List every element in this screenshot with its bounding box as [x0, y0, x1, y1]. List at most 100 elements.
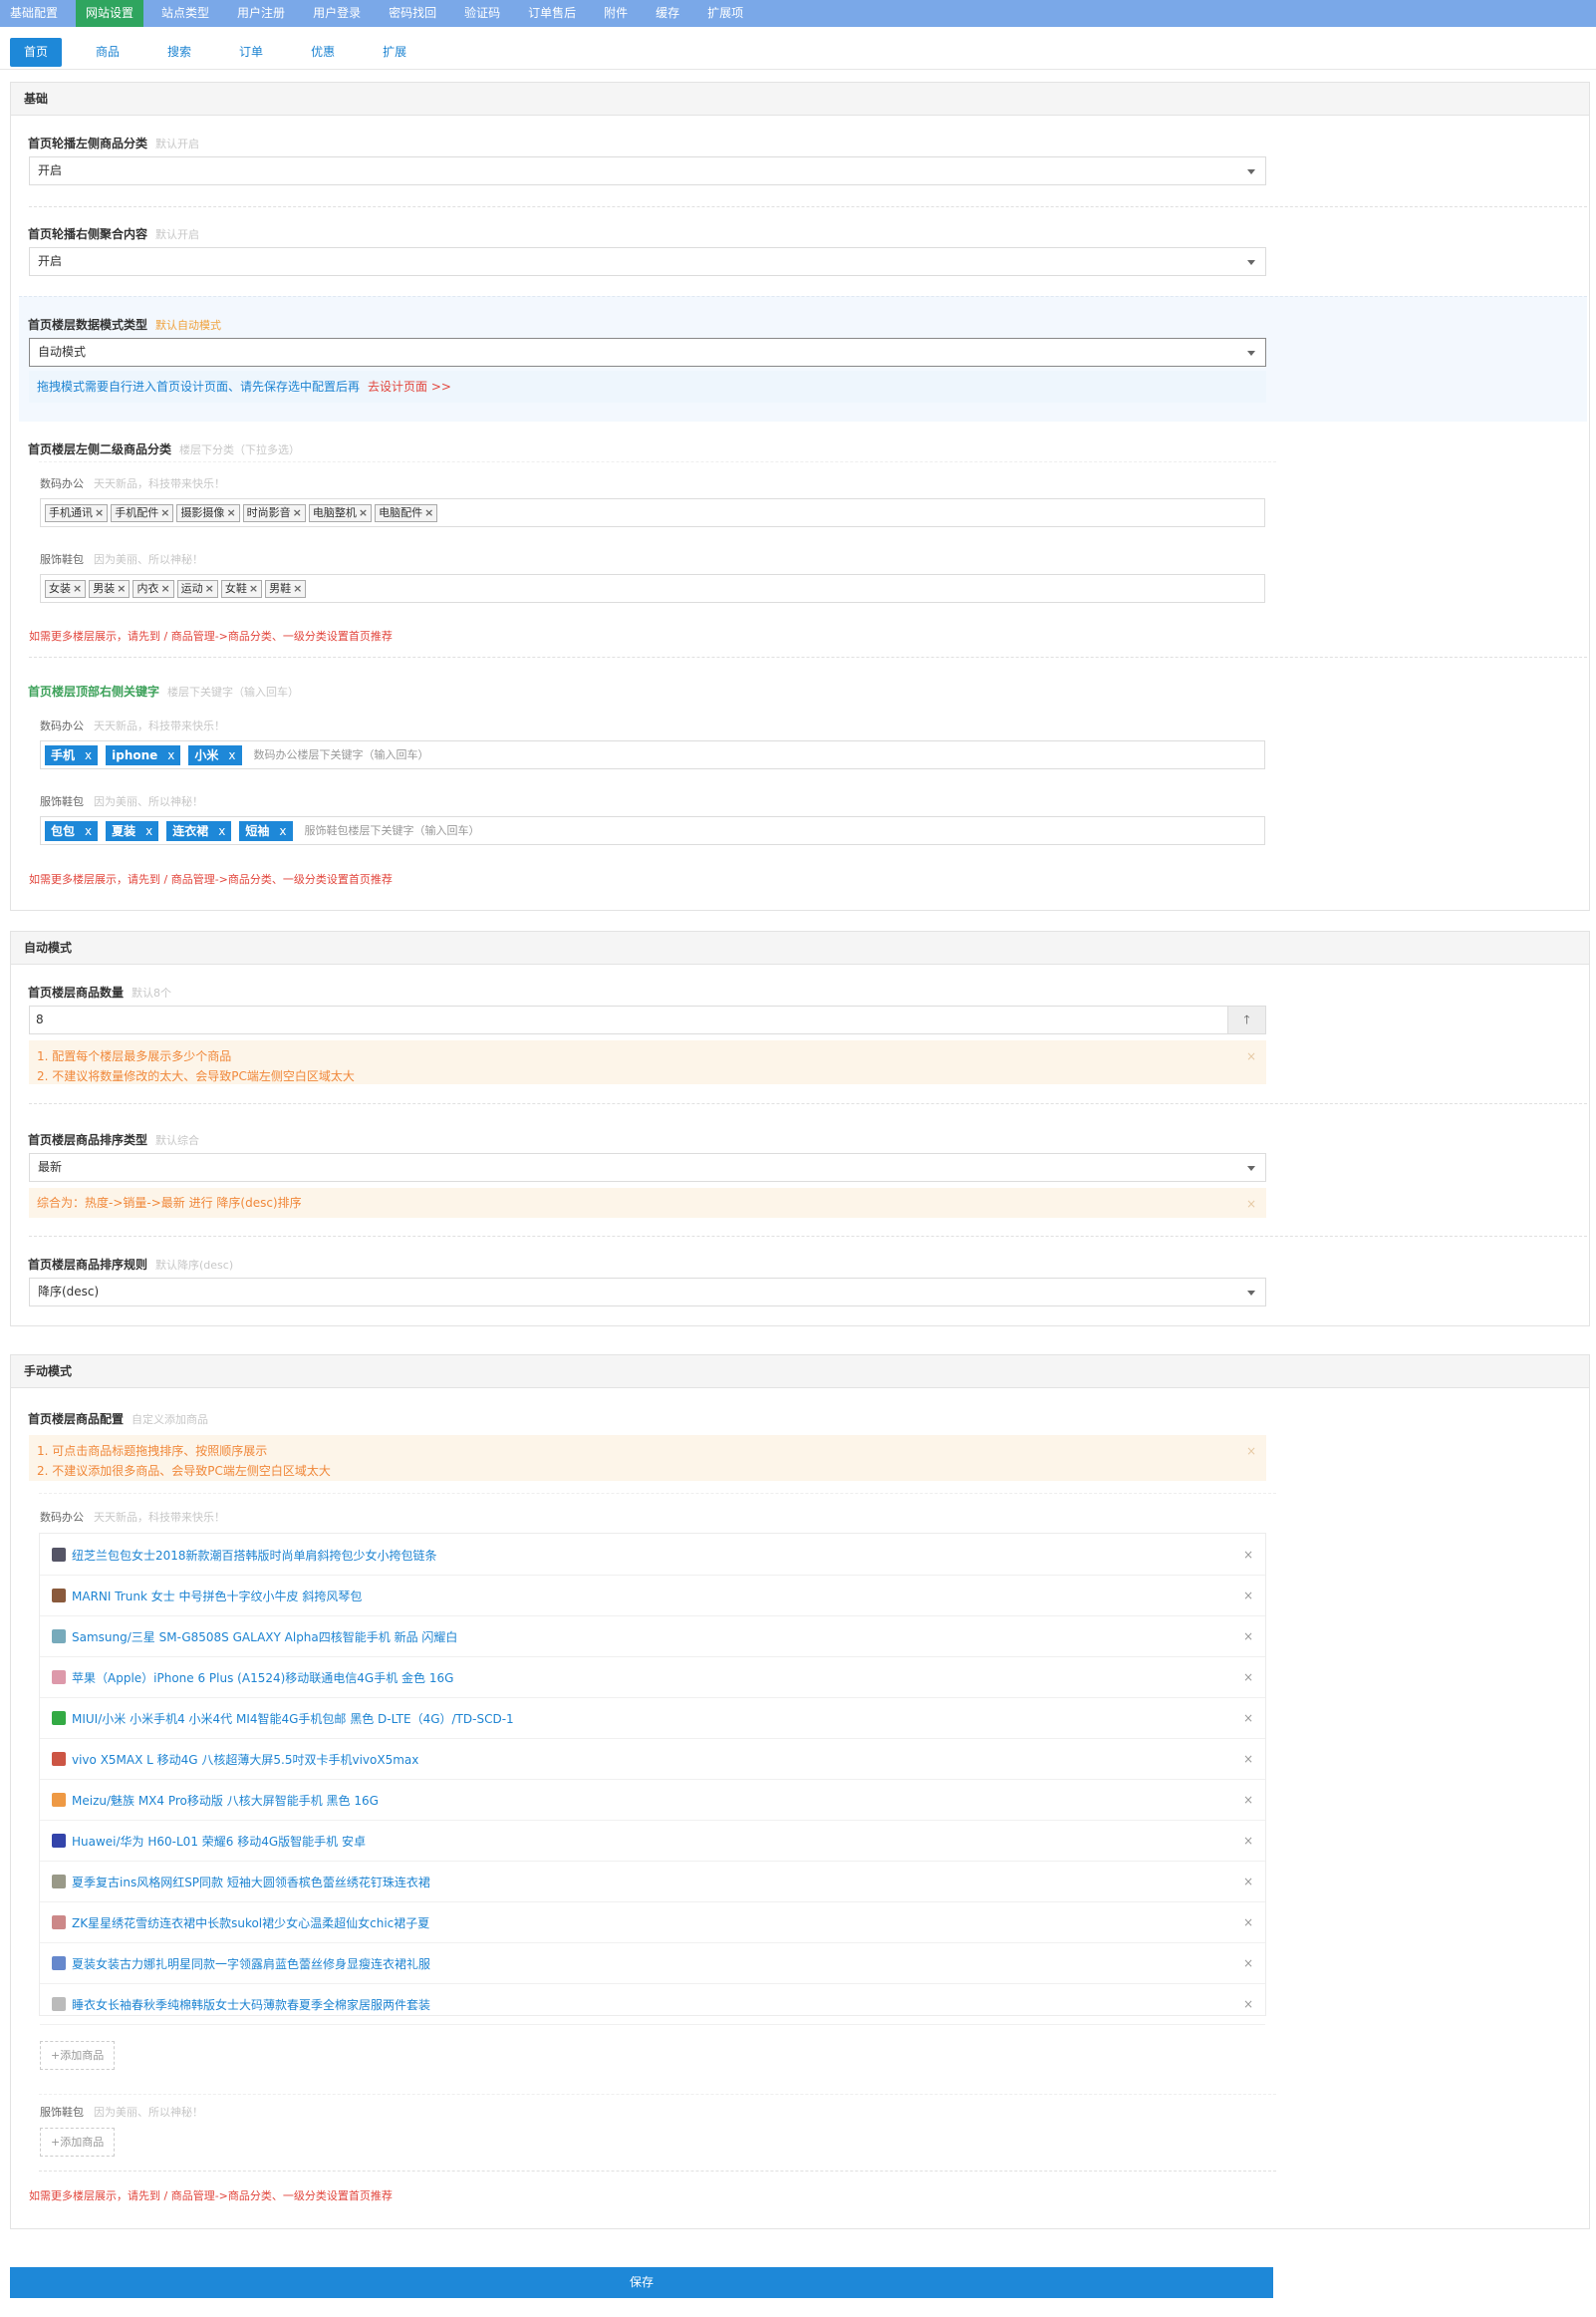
nav-basic[interactable]: 基础配置 — [0, 0, 68, 27]
remove-icon[interactable]: × — [226, 506, 235, 519]
sort-rule-select[interactable]: 降序(desc) — [29, 1278, 1266, 1306]
subcategory-multiselect[interactable]: 手机通讯 × 手机配件 × 摄影摄像 × 时尚影音 × 电脑整机 × 电脑配件 × — [40, 498, 1265, 527]
goods-title[interactable]: 夏装女装古力娜扎明星同款一字领露肩蓝色蕾丝修身显瘦连衣裙礼服 — [72, 1955, 430, 1972]
goods-title[interactable]: Samsung/三星 SM-G8508S GALAXY Alpha四核智能手机 … — [72, 1628, 457, 1645]
goods-item[interactable]: vivo X5MAX L 移动4G 八核超薄大屏5.5吋双卡手机vivoX5ma… — [40, 1739, 1265, 1780]
nav-cache[interactable]: 缓存 — [646, 0, 689, 27]
remove-icon[interactable]: x — [145, 824, 152, 838]
keyword-input[interactable]: 包包 x 夏装 x 连衣裙 x 短袖 x 服饰鞋包楼层下关键字（输入回车） — [40, 816, 1265, 845]
goods-title[interactable]: MIUI/小米 小米手机4 小米4代 MI4智能4G手机包邮 黑色 D-LTE（… — [72, 1710, 514, 1727]
goods-thumbnail-icon — [52, 1670, 66, 1684]
goods-count-input[interactable]: 8 🡑 — [29, 1006, 1266, 1034]
remove-icon[interactable]: x — [279, 824, 286, 838]
goods-title[interactable]: vivo X5MAX L 移动4G 八核超薄大屏5.5吋双卡手机vivoX5ma… — [72, 1751, 418, 1768]
goods-title[interactable]: MARNI Trunk 女士 中号拼色十字纹小牛皮 斜挎风琴包 — [72, 1588, 362, 1604]
remove-icon[interactable]: × — [160, 506, 169, 519]
design-page-link[interactable]: 去设计页面 >> — [368, 380, 451, 394]
remove-icon[interactable]: × — [160, 582, 169, 595]
goods-title[interactable]: 夏季复古ins风格网红SP同款 短袖大圆领香槟色蕾丝绣花钉珠连衣裙 — [72, 1874, 430, 1890]
add-goods-button[interactable]: +添加商品 — [40, 2128, 116, 2157]
close-icon[interactable]: × — [1246, 1194, 1256, 1214]
goods-title[interactable]: Huawei/华为 H60-L01 荣耀6 移动4G版智能手机 安卓 — [72, 1833, 366, 1850]
panel-basic-title: 基础 — [11, 83, 1589, 116]
remove-icon[interactable]: × — [293, 506, 302, 519]
remove-icon[interactable]: × — [117, 582, 126, 595]
remove-icon[interactable]: × — [249, 582, 258, 595]
nav-attachment[interactable]: 附件 — [594, 0, 638, 27]
goods-item[interactable]: Meizu/魅族 MX4 Pro移动版 八核大屏智能手机 黑色 16G × — [40, 1780, 1265, 1821]
delete-icon[interactable]: × — [1243, 1915, 1253, 1929]
delete-icon[interactable]: × — [1243, 1670, 1253, 1684]
remove-icon[interactable]: × — [424, 506, 433, 519]
remove-icon[interactable]: × — [205, 582, 214, 595]
goods-item[interactable]: 纽芝兰包包女士2018新款潮百搭韩版时尚单肩斜挎包少女小挎包链条 × — [40, 1535, 1265, 1576]
goods-item[interactable]: Huawei/华为 H60-L01 荣耀6 移动4G版智能手机 安卓 × — [40, 1821, 1265, 1862]
delete-icon[interactable]: × — [1243, 1875, 1253, 1888]
add-goods-button[interactable]: +添加商品 — [40, 2041, 116, 2070]
remove-icon[interactable]: x — [85, 824, 92, 838]
nav-user-register[interactable]: 用户注册 — [227, 0, 295, 27]
goods-thumbnail-icon — [52, 1956, 66, 1970]
subcategory-tag: 电脑整机 × — [308, 504, 373, 522]
panel-manual-mode: 手动模式 首页楼层商品配置 自定义添加商品 1. 可点击商品标题拖拽排序、按照顺序… — [10, 1354, 1590, 2229]
goods-item[interactable]: 夏装女装古力娜扎明星同款一字领露肩蓝色蕾丝修身显瘦连衣裙礼服 × — [40, 1943, 1265, 1984]
goods-item[interactable]: 苹果（Apple）iPhone 6 Plus (A1524)移动联通电信4G手机… — [40, 1657, 1265, 1698]
carousel-right-content-select[interactable]: 开启 — [29, 247, 1266, 276]
tab-goods[interactable]: 商品 — [82, 38, 133, 67]
goods-title[interactable]: 纽芝兰包包女士2018新款潮百搭韩版时尚单肩斜挎包少女小挎包链条 — [72, 1547, 437, 1564]
sort-type-select[interactable]: 最新 — [29, 1153, 1266, 1182]
goods-item[interactable]: 夏季复古ins风格网红SP同款 短袖大圆领香槟色蕾丝绣花钉珠连衣裙 × — [40, 1862, 1265, 1902]
nav-captcha[interactable]: 验证码 — [454, 0, 510, 27]
tab-discount[interactable]: 优惠 — [297, 38, 349, 67]
delete-icon[interactable]: × — [1243, 1629, 1253, 1643]
delete-icon[interactable]: × — [1243, 1793, 1253, 1807]
nav-extensions[interactable]: 扩展项 — [697, 0, 753, 27]
goods-item[interactable]: Samsung/三星 SM-G8508S GALAXY Alpha四核智能手机 … — [40, 1616, 1265, 1657]
arrow-up-icon[interactable]: 🡑 — [1227, 1007, 1265, 1033]
delete-icon[interactable]: × — [1243, 1711, 1253, 1725]
delete-icon[interactable]: × — [1243, 1956, 1253, 1970]
delete-icon[interactable]: × — [1243, 1997, 1253, 2011]
keyword-input[interactable]: 手机 x iphone x 小米 x 数码办公楼层下关键字（输入回车） — [40, 740, 1265, 769]
delete-icon[interactable]: × — [1243, 1589, 1253, 1602]
nav-site-type[interactable]: 站点类型 — [151, 0, 219, 27]
delete-icon[interactable]: × — [1243, 1752, 1253, 1766]
nav-after-sales[interactable]: 订单售后 — [518, 0, 586, 27]
goods-title[interactable]: ZK星星绣花雪纺连衣裙中长款sukol裙少女心温柔超仙女chic裙子夏 — [72, 1914, 429, 1931]
subcategory-multiselect[interactable]: 女装 × 男装 × 内衣 × 运动 × 女鞋 × 男鞋 × — [40, 574, 1265, 603]
nav-site-settings[interactable]: 网站设置 — [76, 0, 144, 27]
tab-search[interactable]: 搜索 — [153, 38, 205, 67]
floor-mode-select[interactable]: 自动模式 — [29, 338, 1266, 367]
goods-item[interactable]: MARNI Trunk 女士 中号拼色十字纹小牛皮 斜挎风琴包 × — [40, 1576, 1265, 1616]
goods-item[interactable]: ZK星星绣花雪纺连衣裙中长款sukol裙少女心温柔超仙女chic裙子夏 × — [40, 1902, 1265, 1943]
panel-auto-mode: 自动模式 首页楼层商品数量 默认8个 8 🡑 1. 配置每个楼层最多展示多少个商品 2… — [10, 931, 1590, 1326]
panel-auto-title: 自动模式 — [11, 932, 1589, 965]
chevron-down-icon — [1247, 1291, 1255, 1296]
nav-password-recovery[interactable]: 密码找回 — [379, 0, 446, 27]
delete-icon[interactable]: × — [1243, 1834, 1253, 1848]
goods-title[interactable]: Meizu/魅族 MX4 Pro移动版 八核大屏智能手机 黑色 16G — [72, 1792, 379, 1809]
tab-order[interactable]: 订单 — [225, 38, 277, 67]
goods-item[interactable]: MIUI/小米 小米手机4 小米4代 MI4智能4G手机包邮 黑色 D-LTE（… — [40, 1698, 1265, 1739]
nav-user-login[interactable]: 用户登录 — [303, 0, 371, 27]
tab-extension[interactable]: 扩展 — [369, 38, 420, 67]
goods-title[interactable]: 苹果（Apple）iPhone 6 Plus (A1524)移动联通电信4G手机… — [72, 1669, 453, 1686]
goods-title[interactable]: 睡衣女长袖春秋季纯棉韩版女士大码薄款春夏季全棉家居服两件套装 — [72, 1996, 430, 2013]
close-icon[interactable]: × — [1246, 1441, 1256, 1461]
sub-tabs: 首页 商品 搜索 订单 优惠 扩展 — [0, 38, 1596, 70]
remove-icon[interactable]: x — [85, 748, 92, 762]
save-button[interactable]: 保存 — [10, 2267, 1273, 2298]
remove-icon[interactable]: × — [95, 506, 104, 519]
remove-icon[interactable]: × — [73, 582, 82, 595]
delete-icon[interactable]: × — [1243, 1548, 1253, 1562]
remove-icon[interactable]: x — [218, 824, 225, 838]
remove-icon[interactable]: x — [228, 748, 235, 762]
close-icon[interactable]: × — [1246, 1046, 1256, 1066]
carousel-left-category-select[interactable]: 开启 — [29, 156, 1266, 185]
tab-home[interactable]: 首页 — [10, 38, 63, 67]
sort-type-warning: 综合为：热度->销量->最新 进行 降序(desc)排序 × — [29, 1188, 1266, 1218]
goods-item[interactable]: 睡衣女长袖春秋季纯棉韩版女士大码薄款春夏季全棉家居服两件套装 × — [40, 1984, 1265, 2025]
remove-icon[interactable]: × — [293, 582, 302, 595]
remove-icon[interactable]: × — [359, 506, 368, 519]
remove-icon[interactable]: x — [167, 748, 174, 762]
